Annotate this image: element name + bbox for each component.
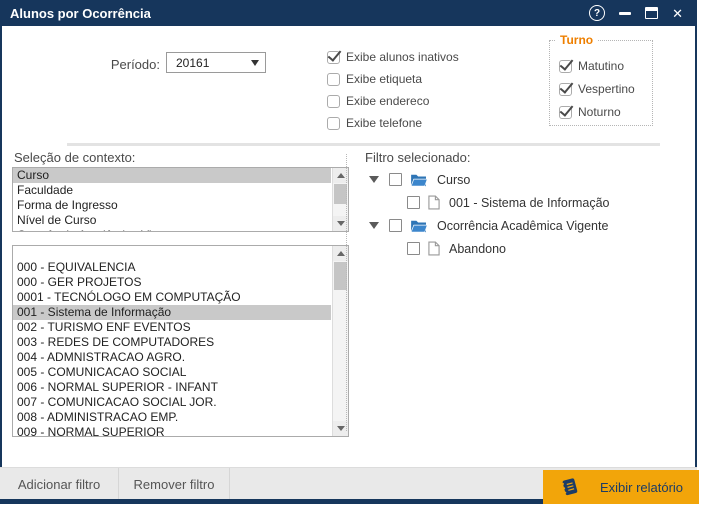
checkbox-label: Vespertino: [578, 82, 635, 96]
turno-legend: Turno: [556, 33, 597, 47]
periodo-label: Período:: [62, 57, 160, 72]
checkbox-icon: [327, 51, 340, 64]
remove-filter-button[interactable]: Remover filtro: [119, 468, 230, 500]
section-divider: [67, 143, 660, 146]
tree-node-label: Abandono: [449, 242, 506, 256]
list-item[interactable]: Forma de Ingresso: [13, 198, 331, 213]
list-item[interactable]: Faculdade: [13, 183, 331, 198]
list-item[interactable]: 007 - COMUNICACAO SOCIAL JOR.: [13, 395, 331, 410]
checkbox-icon: [327, 117, 340, 130]
checkbox-icon[interactable]: [389, 173, 402, 186]
window-controls: ? ✕: [589, 5, 683, 21]
tree-node-abandono[interactable]: Abandono: [365, 237, 610, 260]
minimize-icon[interactable]: [619, 12, 631, 15]
checkbox-exibe-alunos-inativos[interactable]: Exibe alunos inativos: [327, 50, 459, 64]
periodo-select[interactable]: 20161: [166, 52, 266, 73]
checkbox-icon[interactable]: [407, 242, 420, 255]
tree-node-curso[interactable]: Curso: [365, 168, 610, 191]
list-item[interactable]: 008 - ADMINISTRACAO EMP.: [13, 410, 331, 425]
folder-open-icon: [410, 219, 428, 233]
context-selection-label: Seleção de contexto:: [14, 150, 135, 165]
list-item[interactable]: Ocorrência Acadêmica Vigente: [13, 228, 331, 232]
panel-divider: [346, 154, 347, 431]
list-item[interactable]: 009 - NORMAL SUPERIOR: [13, 425, 331, 437]
list-item[interactable]: Nível de Curso: [13, 213, 331, 228]
close-icon[interactable]: ✕: [672, 7, 683, 20]
display-options: Exibe alunos inativos Exibe etiqueta Exi…: [327, 50, 459, 130]
checkbox-label: Matutino: [578, 59, 624, 73]
checkbox-icon: [559, 106, 572, 119]
list-item[interactable]: 001 - Sistema de Informação: [13, 305, 331, 320]
tree-node-sistema-de-informacao[interactable]: 001 - Sistema de Informação: [365, 191, 610, 214]
selected-filter-tree: Curso 001 - Sistema de Informação Oco: [365, 168, 610, 260]
tree-node-ocorrencia-academica-vigente[interactable]: Ocorrência Acadêmica Vigente: [365, 214, 610, 237]
checkbox-icon: [327, 95, 340, 108]
maximize-icon[interactable]: [645, 7, 658, 19]
list-item[interactable]: 005 - COMUNICACAO SOCIAL: [13, 365, 331, 380]
list-item[interactable]: Curso: [13, 168, 331, 183]
list-item[interactable]: 002 - TURISMO ENF EVENTOS: [13, 320, 331, 335]
checkbox-vespertino[interactable]: Vespertino: [559, 82, 652, 96]
periodo-value: 20161: [176, 56, 251, 70]
checkbox-label: Exibe telefone: [346, 116, 422, 130]
chevron-down-icon[interactable]: [369, 176, 379, 183]
tree-node-label: Curso: [437, 173, 470, 187]
title-bar: Alunos por Ocorrência ? ✕: [0, 0, 697, 26]
list-item[interactable]: 004 - ADMNISTRACAO AGRO.: [13, 350, 331, 365]
context-listbox: Curso Faculdade Forma de Ingresso Nível …: [12, 167, 349, 232]
checkbox-label: Exibe endereco: [346, 94, 429, 108]
list-item[interactable]: 000 - GER PROJETOS: [13, 275, 331, 290]
chevron-down-icon[interactable]: [369, 222, 379, 229]
selected-filter-label: Filtro selecionado:: [365, 150, 471, 165]
help-icon[interactable]: ?: [589, 5, 605, 21]
list-item[interactable]: 000 - EQUIVALENCIA: [13, 260, 331, 275]
list-item[interactable]: 003 - REDES DE COMPUTADORES: [13, 335, 331, 350]
checkbox-icon: [559, 83, 572, 96]
tree-node-label: Ocorrência Acadêmica Vigente: [437, 219, 608, 233]
window-title: Alunos por Ocorrência: [10, 6, 589, 21]
tree-node-label: 001 - Sistema de Informação: [449, 196, 610, 210]
list-item[interactable]: 006 - NORMAL SUPERIOR - INFANT: [13, 380, 331, 395]
checkbox-icon[interactable]: [389, 219, 402, 232]
checkbox-icon: [327, 73, 340, 86]
checkbox-matutino[interactable]: Matutino: [559, 59, 652, 73]
show-report-button[interactable]: Exibir relatório: [543, 470, 699, 504]
checkbox-exibe-etiqueta[interactable]: Exibe etiqueta: [327, 72, 459, 86]
values-listbox: 000 - EQUIVALENCIA 000 - GER PROJETOS 00…: [12, 245, 349, 437]
show-report-label: Exibir relatório: [600, 480, 683, 495]
checkbox-exibe-telefone[interactable]: Exibe telefone: [327, 116, 459, 130]
checkbox-label: Noturno: [578, 105, 621, 119]
document-icon: [428, 241, 440, 256]
report-icon: [559, 477, 579, 497]
document-icon: [428, 195, 440, 210]
add-filter-button[interactable]: Adicionar filtro: [0, 468, 119, 500]
folder-open-icon: [410, 173, 428, 187]
checkbox-exibe-endereco[interactable]: Exibe endereco: [327, 94, 459, 108]
chevron-down-icon: [251, 60, 259, 66]
checkbox-label: Exibe alunos inativos: [346, 50, 459, 64]
checkbox-icon[interactable]: [407, 196, 420, 209]
list-item[interactable]: 0001 - TECNÓLOGO EM COMPUTAÇÃO: [13, 290, 331, 305]
dialog-alunos-por-ocorrencia: Alunos por Ocorrência ? ✕ Período: 20161…: [0, 0, 697, 504]
checkbox-icon: [559, 60, 572, 73]
checkbox-label: Exibe etiqueta: [346, 72, 422, 86]
checkbox-noturno[interactable]: Noturno: [559, 105, 652, 119]
turno-group: Turno Matutino Vespertino Noturno: [549, 40, 653, 126]
